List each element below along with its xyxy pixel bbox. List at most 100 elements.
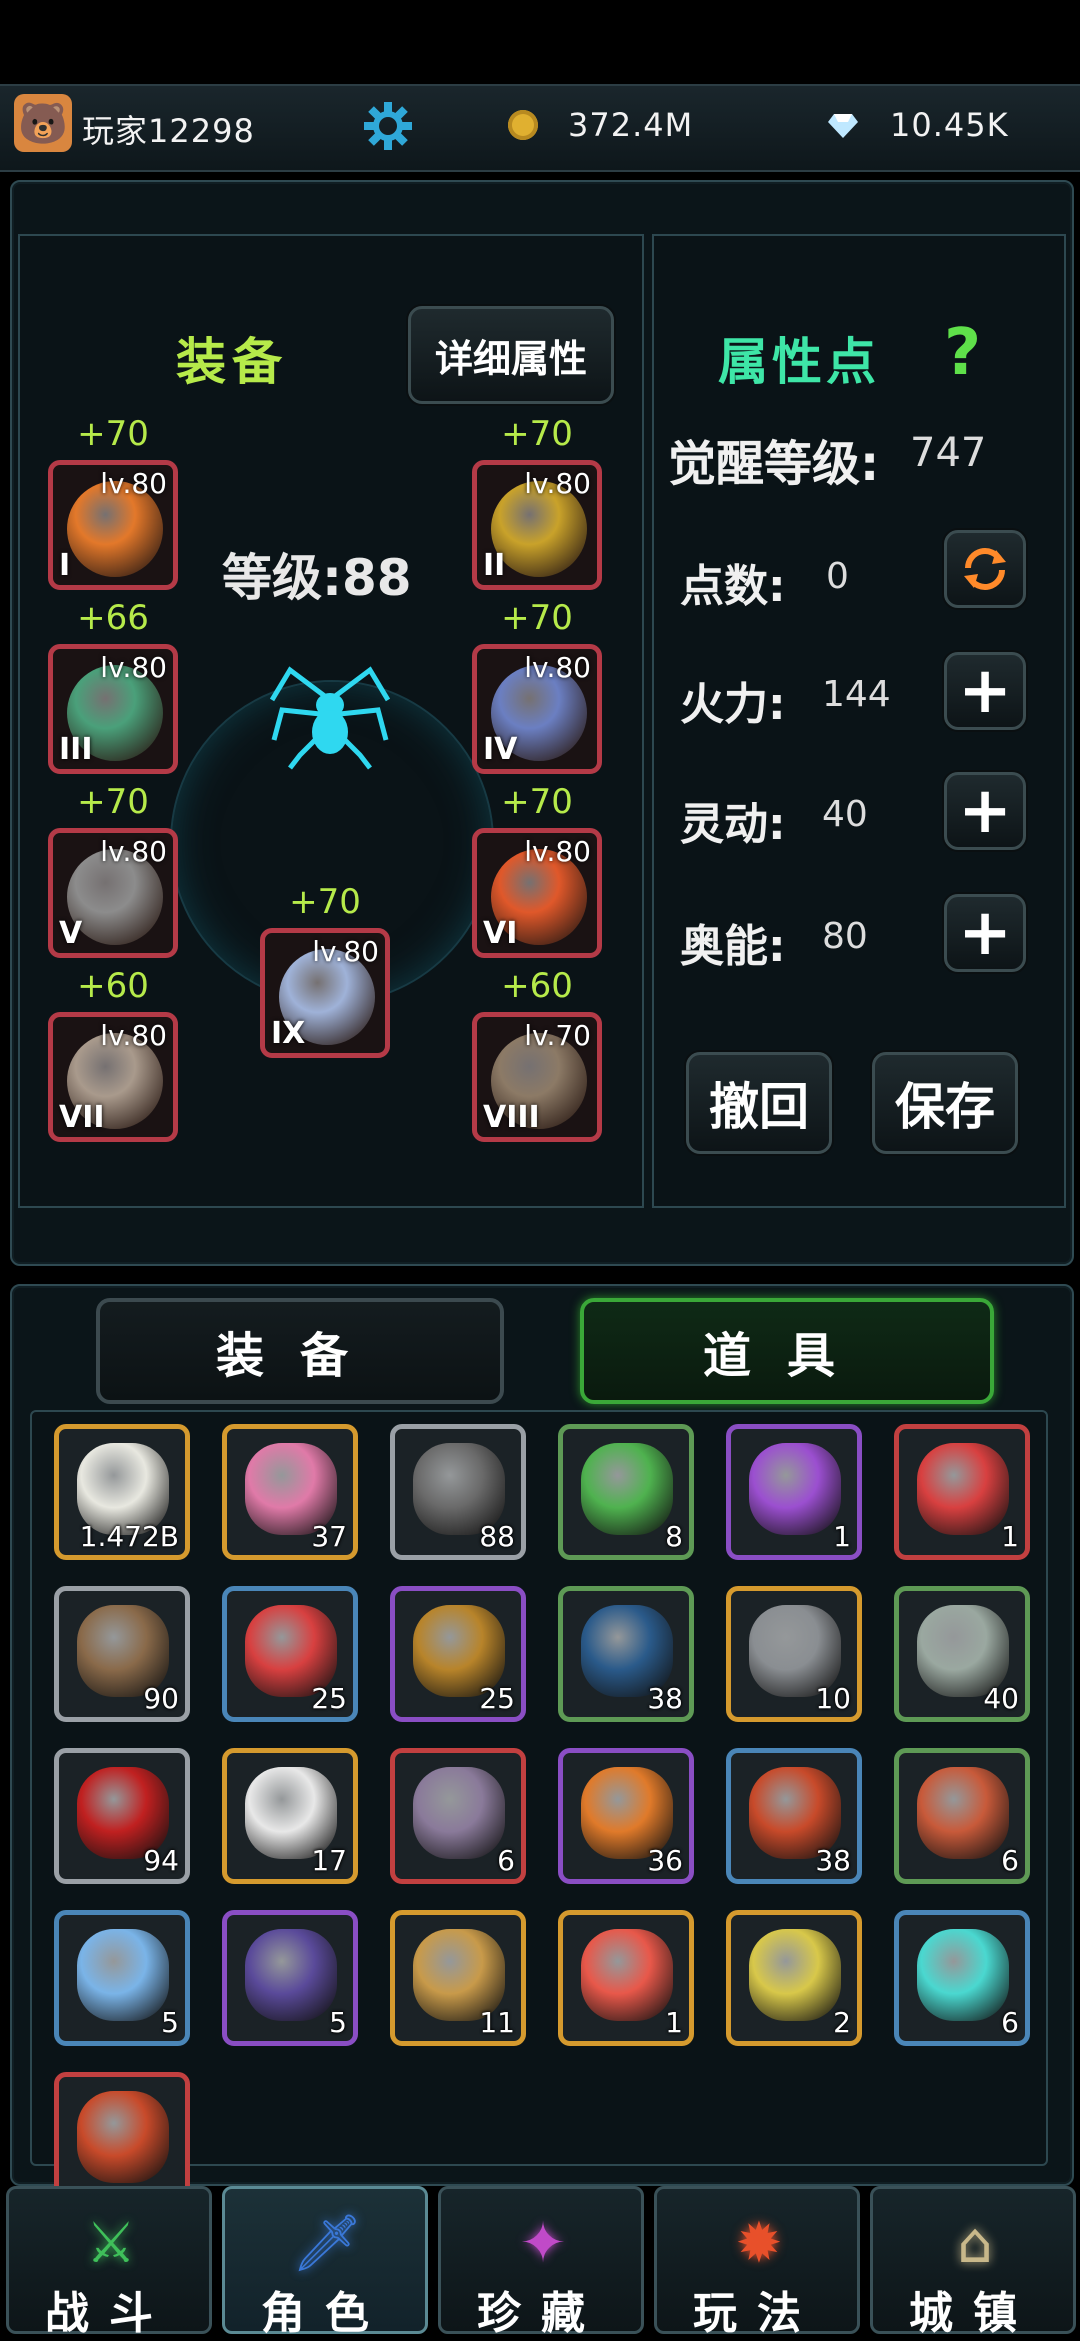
item-icon [581,1443,673,1535]
player-avatar[interactable]: 🐻 [14,94,72,152]
item-count: 90 [143,1682,179,1715]
nav-label: 角色 [261,2288,389,2339]
stat-value: 144 [822,674,891,715]
inventory-item[interactable]: 25 [222,1586,358,1722]
slot-bonus: +70 [77,414,149,454]
nav-tab-1[interactable]: ⚔ 战斗 [6,2186,212,2339]
slot-roman-numeral: VI [483,916,518,951]
gold-amount: 372.4M [568,106,694,144]
settings-gear-icon[interactable] [362,100,414,152]
help-icon[interactable]: ? [944,316,981,390]
gem-amount: 10.45K [890,106,1009,144]
equipment-slot-5[interactable]: lv.80 V [48,828,178,958]
equipment-slot-3[interactable]: lv.80 III [48,644,178,774]
equipment-slot-4[interactable]: lv.80 IV [472,644,602,774]
slot-level: lv.80 [100,835,167,868]
points-value: 0 [826,556,849,597]
item-count: 36 [647,1844,683,1877]
nav-tab-3[interactable]: ✦ 珍藏 [438,2186,644,2339]
inventory-item[interactable]: 5 [54,1910,190,2046]
item-count: 1.472B [79,1520,179,1553]
inventory-item[interactable]: 90 [54,1586,190,1722]
plus-icon: + [958,896,1012,970]
tab-equipment[interactable]: 装备 [96,1298,504,1404]
top-bar: 🐻 玩家12298 372.4M 10.45K [0,84,1080,172]
item-count: 88 [479,1520,515,1553]
treasure-icon: ✦ [519,2210,567,2276]
inventory-item[interactable]: 1 [558,1910,694,2046]
slot-roman-numeral: III [59,732,93,767]
slot-bonus: +70 [77,782,149,822]
item-count: 10 [815,1682,851,1715]
item-icon [917,1767,1009,1859]
item-count: 38 [815,1844,851,1877]
slot-level: lv.80 [524,467,591,500]
nav-tab-4[interactable]: ✹ 玩法 [654,2186,860,2339]
equipment-slot-8[interactable]: lv.70 VIII [472,1012,602,1142]
undo-button[interactable]: 撤回 [686,1052,832,1154]
item-count: 1 [833,1520,851,1553]
item-count: 8 [665,1520,683,1553]
inventory-item[interactable]: 6 [894,1748,1030,1884]
town-icon: ⌂ [957,2210,993,2276]
stat-value: 80 [822,916,868,957]
detail-attributes-button[interactable]: 详细属性 [408,306,614,404]
inventory-item[interactable]: 5 [222,1910,358,2046]
inventory-item[interactable]: 38 [558,1586,694,1722]
slot-roman-numeral: V [59,916,83,951]
slot-level: lv.80 [100,467,167,500]
character-level: 等级:88 [222,549,412,607]
stat-plus-button[interactable]: + [944,772,1026,850]
reset-points-button[interactable] [944,530,1026,608]
item-icon [749,1443,841,1535]
inventory-item[interactable]: 11 [390,1910,526,2046]
item-count: 17 [311,1844,347,1877]
slot-bonus: +70 [501,598,573,638]
inventory-item[interactable]: 8 [558,1424,694,1560]
inventory-item[interactable]: 6 [390,1748,526,1884]
inventory-item[interactable]: 1.472B [54,1424,190,1560]
slot-level: lv.80 [524,835,591,868]
item-count: 5 [329,2006,347,2039]
inventory-item[interactable]: 94 [54,1748,190,1884]
crossed-swords-icon: ⚔ [85,2210,137,2276]
awaken-level-label: 觉醒等级: [668,436,880,492]
inventory-item[interactable]: 37 [222,1424,358,1560]
item-count: 94 [143,1844,179,1877]
equipment-slot-6[interactable]: lv.80 VI [472,828,602,958]
slot-roman-numeral: IX [271,1016,306,1051]
slot-bonus: +66 [77,598,149,638]
item-count: 38 [647,1682,683,1715]
inventory-item[interactable]: 1 [726,1424,862,1560]
equipment-slot-2[interactable]: lv.80 II [472,460,602,590]
item-icon [77,2091,169,2183]
inventory-item[interactable]: 1 [894,1424,1030,1560]
item-count: 25 [311,1682,347,1715]
equipment-slot-9[interactable]: lv.80 IX [260,928,390,1058]
inventory-item[interactable]: 6 [894,1910,1030,2046]
inventory-item[interactable]: 88 [390,1424,526,1560]
slot-level: lv.80 [524,651,591,684]
inventory-item[interactable]: 17 [222,1748,358,1884]
equipment-slot-7[interactable]: lv.80 VII [48,1012,178,1142]
inventory-item[interactable]: 40 [894,1586,1030,1722]
gold-coin-icon [508,110,538,140]
save-button[interactable]: 保存 [872,1052,1018,1154]
slot-roman-numeral: VIII [483,1100,540,1135]
inventory-item[interactable]: 2 [726,1910,862,2046]
inventory-item[interactable]: 10 [726,1586,862,1722]
nav-tab-5[interactable]: ⌂ 城镇 [870,2186,1076,2339]
inventory-item[interactable]: 36 [558,1748,694,1884]
inventory-item[interactable]: 38 [726,1748,862,1884]
equipment-slot-1[interactable]: lv.80 I [48,460,178,590]
item-count: 6 [1001,1844,1019,1877]
slot-roman-numeral: IV [483,732,518,767]
stat-value: 40 [822,794,868,835]
slot-roman-numeral: II [483,548,506,583]
awaken-level-value: 747 [910,430,987,476]
inventory-item[interactable]: 25 [390,1586,526,1722]
stat-plus-button[interactable]: + [944,894,1026,972]
nav-tab-2[interactable]: 🗡 角色 [222,2186,428,2339]
stat-plus-button[interactable]: + [944,652,1026,730]
tab-items[interactable]: 道具 [580,1298,994,1404]
